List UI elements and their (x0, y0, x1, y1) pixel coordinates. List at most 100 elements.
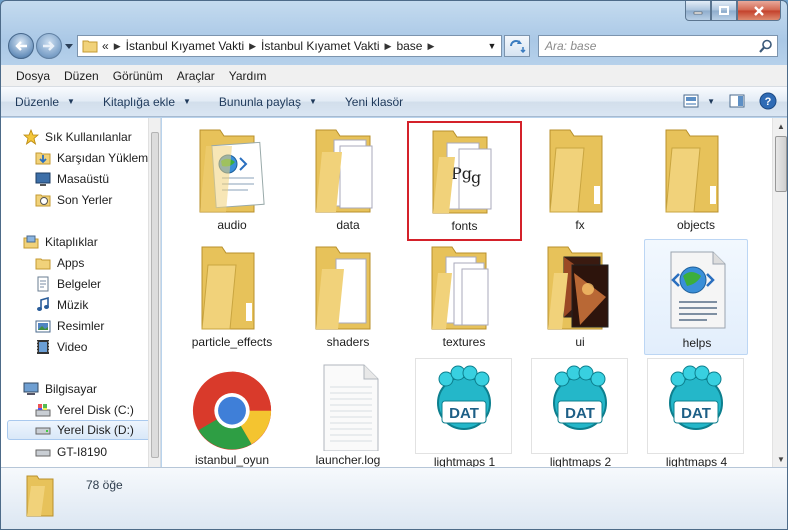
breadcrumb-chevron-icon[interactable]: ▶ (385, 41, 392, 52)
menu-view[interactable]: Görünüm (106, 69, 170, 83)
menu-file[interactable]: Dosya (9, 69, 57, 83)
nav-item-recent-places[interactable]: Son Yerler (35, 190, 112, 210)
nav-favorites[interactable]: Sık Kullanılanlar (23, 127, 132, 147)
breadcrumb-item[interactable]: İstanbul Kıyamet Vakti (261, 39, 380, 53)
refresh-button[interactable] (504, 35, 530, 57)
breadcrumb-item[interactable]: İstanbul Kıyamet Vakti (126, 39, 245, 53)
nav-item-music[interactable]: Müzik (35, 295, 88, 315)
nav-item-desktop[interactable]: Masaüstü (35, 169, 109, 189)
file-item[interactable]: data (298, 122, 398, 236)
nav-item-drive-d[interactable]: Yerel Disk (D:) (7, 420, 157, 440)
nav-item-label: GT-I8190 (57, 445, 108, 459)
desktop-icon (35, 171, 51, 187)
menu-tools[interactable]: Araçlar (170, 69, 222, 83)
breadcrumb-item[interactable]: base (396, 39, 422, 53)
preview-pane-icon[interactable] (729, 94, 745, 108)
file-item[interactable]: launcher.log (298, 357, 398, 467)
file-name: ui (575, 335, 585, 349)
file-item[interactable]: Pg g fonts (407, 121, 522, 241)
minimize-button[interactable] (685, 1, 711, 21)
back-button[interactable] (8, 33, 34, 59)
breadcrumb-chevron-icon[interactable]: ▶ (427, 41, 434, 52)
nav-item-device[interactable]: GT-I8190 (35, 442, 107, 462)
breadcrumb-chevron-icon[interactable]: ▶ (114, 41, 121, 52)
nav-item-label: Resimler (57, 319, 105, 333)
scroll-up-icon[interactable]: ▲ (773, 118, 787, 134)
folder-icon (26, 475, 54, 517)
search-input[interactable]: Ara: base (538, 35, 778, 57)
content-scrollbar-thumb[interactable] (775, 136, 787, 192)
nav-computer[interactable]: Bilgisayar (23, 379, 97, 399)
search-icon[interactable] (759, 39, 773, 53)
svg-text:g: g (471, 168, 481, 187)
file-item[interactable]: shaders (298, 239, 398, 353)
recent-pages-dropdown-icon[interactable] (65, 42, 73, 50)
libraries-icon (23, 234, 39, 250)
address-row: « ▶ İstanbul Kıyamet Vakti ▶ İstanbul Kı… (1, 31, 787, 61)
nav-item-drive-c[interactable]: Yerel Disk (C:) (35, 400, 134, 420)
nav-item-apps[interactable]: Apps (35, 253, 84, 273)
nav-scrollbar[interactable] (148, 118, 160, 467)
file-item[interactable]: DAT lightmaps 1 (415, 358, 512, 467)
dat-file-icon: DAT (656, 359, 736, 441)
folder-fonts-icon: Pg g (425, 127, 505, 217)
nav-item-downloads[interactable]: Karşıdan Yüklem (35, 148, 148, 168)
share-with-button[interactable]: Bununla paylaş ▼ (219, 95, 317, 109)
nav-libraries[interactable]: Kitaplıklar (23, 232, 98, 252)
folder-docs-icon (308, 243, 388, 333)
forward-arrow-icon (43, 41, 55, 51)
file-name: fx (575, 218, 585, 232)
file-item[interactable]: fx (530, 122, 630, 236)
command-bar-right: ▼ ? (683, 92, 777, 110)
file-item[interactable]: textures (414, 239, 514, 353)
close-button[interactable] (737, 1, 781, 21)
file-item[interactable]: objects (646, 122, 746, 236)
file-item[interactable]: helps (644, 239, 748, 355)
breadcrumb-chevron-icon[interactable]: ▶ (249, 41, 256, 52)
file-item[interactable]: DAT lightmaps 4 (647, 358, 744, 467)
organize-button[interactable]: Düzenle ▼ (15, 95, 75, 109)
svg-text:DAT: DAT (449, 405, 479, 422)
file-item[interactable]: particle_effects (182, 239, 282, 353)
file-name: lightmaps 2 (549, 455, 612, 467)
help-icon[interactable]: ? (759, 92, 777, 110)
menu-bar: Dosya Düzen Görünüm Araçlar Yardım (1, 65, 787, 87)
address-bar[interactable]: « ▶ İstanbul Kıyamet Vakti ▶ İstanbul Kı… (77, 35, 502, 57)
file-item[interactable]: ui (530, 239, 630, 353)
file-name: data (336, 218, 360, 232)
file-item[interactable]: DAT lightmaps 2 (531, 358, 628, 467)
menu-help[interactable]: Yardım (222, 69, 274, 83)
organize-label: Düzenle (15, 94, 60, 109)
forward-button[interactable] (36, 33, 62, 59)
video-icon (35, 339, 51, 355)
folder-docs-icon (424, 243, 504, 333)
close-icon (754, 5, 764, 16)
maximize-button[interactable] (711, 1, 737, 21)
menu-edit[interactable]: Düzen (57, 69, 106, 83)
nav-favorites-label: Sık Kullanılanlar (45, 130, 132, 144)
breadcrumb-overflow[interactable]: « (102, 39, 109, 53)
nav-item-pictures[interactable]: Resimler (35, 316, 104, 336)
file-name: helps (682, 336, 712, 350)
new-folder-button[interactable]: Yeni klasör (345, 95, 403, 109)
folder-icon (192, 243, 272, 333)
scroll-down-icon[interactable]: ▼ (773, 451, 787, 467)
details-pane: 78 öğe (1, 467, 787, 529)
nav-item-documents[interactable]: Belgeler (35, 274, 101, 294)
file-name: textures (442, 335, 486, 349)
file-name: istanbul_oyun (194, 453, 270, 467)
file-item[interactable]: audio (182, 122, 282, 236)
navigation-pane: Sık Kullanılanlar Karşıdan Yüklem Masaüs… (1, 118, 161, 467)
nav-item-videos[interactable]: Video (35, 337, 87, 357)
content-scrollbar[interactable]: ▲ ▼ (772, 118, 787, 467)
chevron-down-icon[interactable]: ▼ (483, 36, 501, 56)
add-to-library-button[interactable]: Kitaplığa ekle ▼ (103, 95, 191, 109)
nav-item-label: Yerel Disk (D:) (57, 423, 134, 437)
view-options-button[interactable]: ▼ (683, 94, 715, 108)
minimize-icon (693, 11, 703, 14)
file-name: fonts (451, 219, 478, 233)
nav-scrollbar-thumb[interactable] (151, 132, 159, 458)
file-list: audio data Pg g fonts fx objects particl… (162, 118, 787, 467)
nav-item-label: Son Yerler (57, 193, 113, 207)
file-item[interactable]: istanbul_oyun (182, 357, 282, 467)
